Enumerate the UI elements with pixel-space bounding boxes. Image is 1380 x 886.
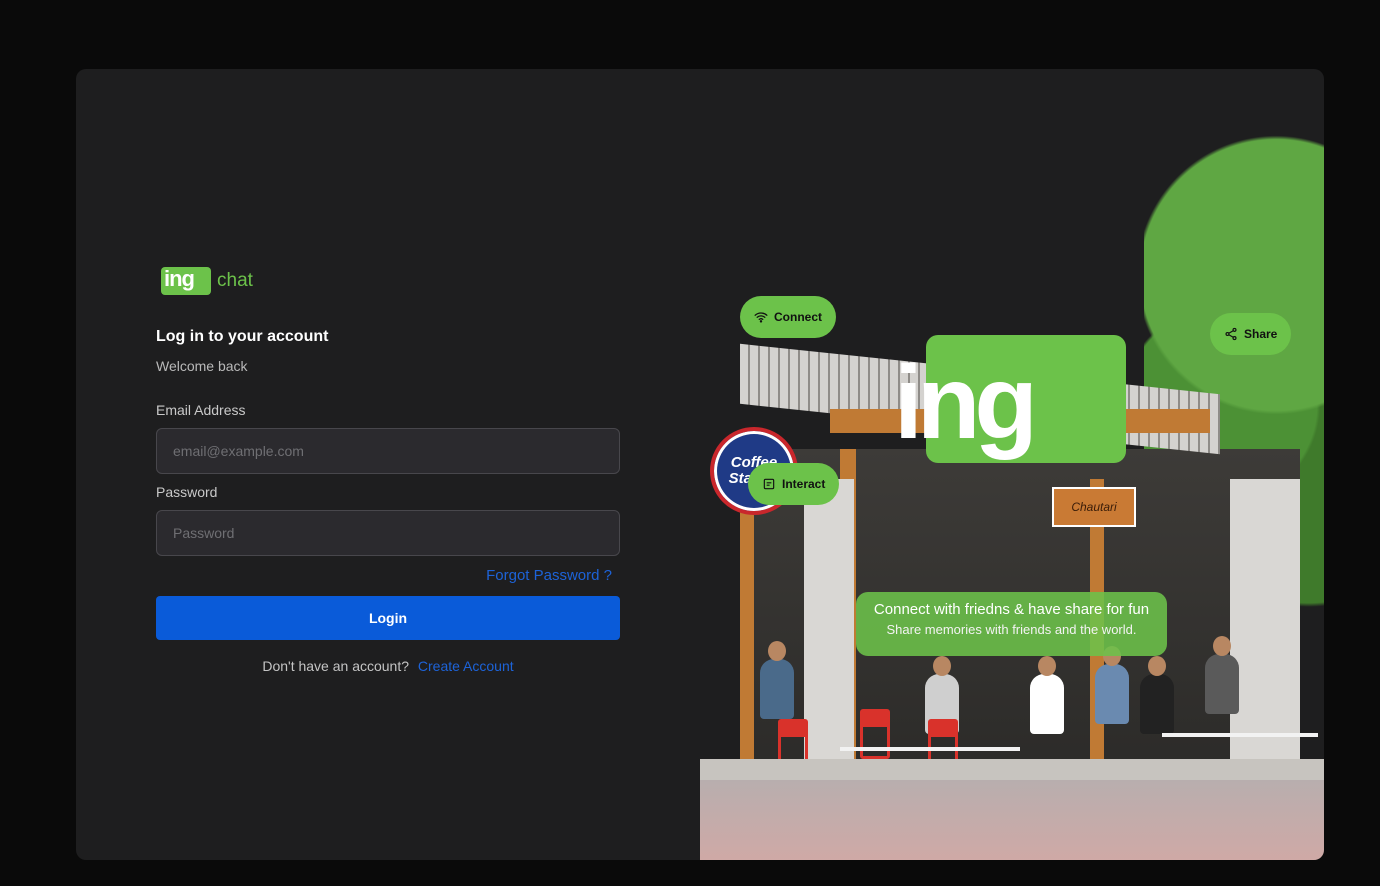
connect-pill[interactable]: Connect xyxy=(740,296,836,338)
tagline-banner: Connect with friedns & have share for fu… xyxy=(856,592,1167,656)
email-field[interactable] xyxy=(156,428,620,474)
password-label: Password xyxy=(156,484,218,500)
wifi-icon xyxy=(754,312,768,323)
hero-image: Coffee Station Chautari ing Connect Inte… xyxy=(700,119,1324,860)
brand-logo: ing chat xyxy=(161,267,253,295)
banner-subtitle: Share memories with friends and the worl… xyxy=(886,622,1137,637)
chat-box-icon xyxy=(763,478,775,490)
page-title: Log in to your account xyxy=(156,328,329,345)
signup-row: Don't have an account? Create Account xyxy=(156,658,620,674)
page-subtitle: Welcome back xyxy=(156,358,248,374)
create-account-link[interactable]: Create Account xyxy=(418,658,514,674)
logo-text: chat xyxy=(217,270,253,291)
logo-mark: ing xyxy=(161,267,211,295)
chautari-sign: Chautari xyxy=(1052,487,1136,527)
login-card: ing chat Log in to your account Welcome … xyxy=(76,69,1324,860)
forgot-password-link[interactable]: Forgot Password ? xyxy=(486,567,612,584)
login-button[interactable]: Login xyxy=(156,596,620,640)
password-field[interactable] xyxy=(156,510,620,556)
email-label: Email Address xyxy=(156,402,246,418)
interact-pill[interactable]: Interact xyxy=(748,463,840,505)
share-pill[interactable]: Share xyxy=(1210,313,1292,355)
banner-title: Connect with friedns & have share for fu… xyxy=(873,601,1150,618)
big-logo-text: ing xyxy=(894,345,1038,461)
share-icon xyxy=(1225,327,1237,341)
signup-prompt: Don't have an account? xyxy=(262,658,410,674)
